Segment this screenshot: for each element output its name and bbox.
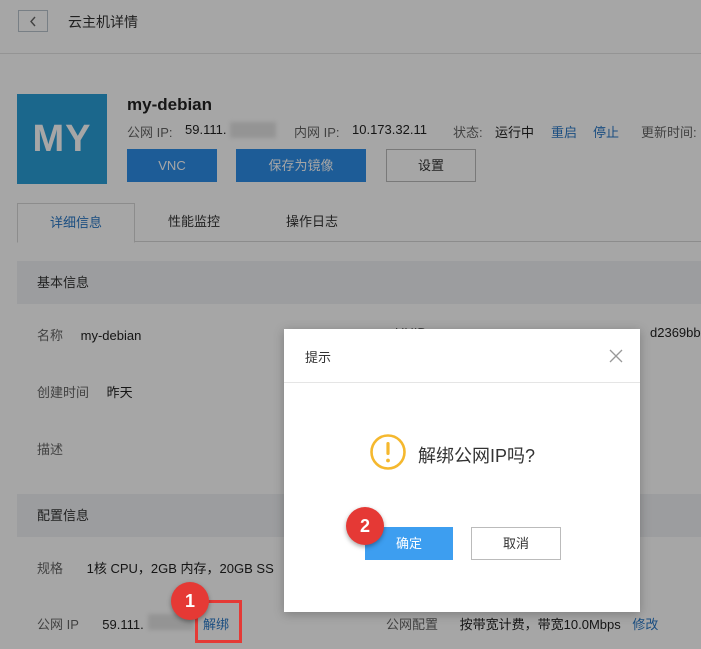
dialog-header: 提示	[284, 329, 640, 383]
close-icon[interactable]	[608, 348, 624, 364]
confirm-dialog: 提示 解绑公网IP吗? 确定 取消	[284, 329, 640, 612]
dialog-title: 提示	[305, 350, 332, 365]
cancel-button[interactable]: 取消	[471, 527, 561, 560]
dialog-message: 解绑公网IP吗?	[418, 446, 536, 466]
step-marker-2: 2	[346, 507, 384, 545]
warning-icon	[370, 434, 406, 470]
step-marker-1: 1	[171, 582, 209, 620]
